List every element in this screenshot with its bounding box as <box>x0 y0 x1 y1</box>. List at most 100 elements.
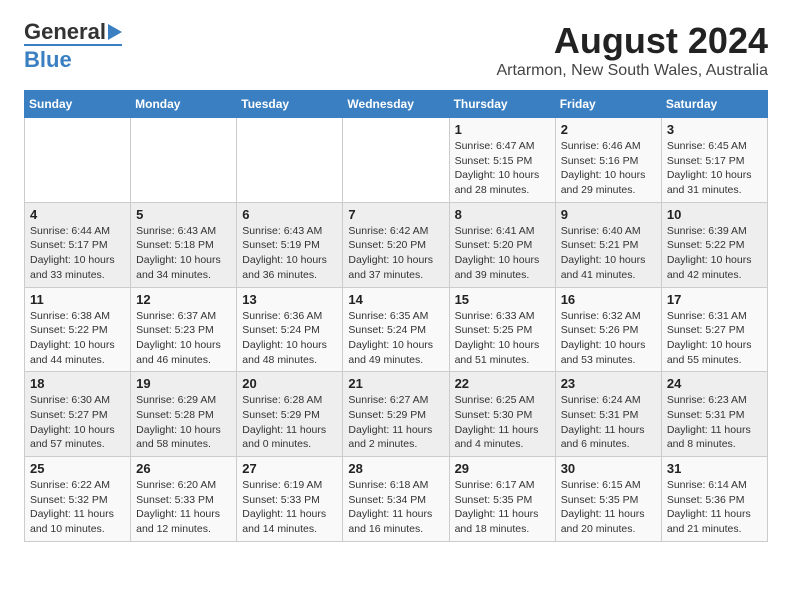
day-number: 26 <box>136 461 231 476</box>
day-number: 28 <box>348 461 443 476</box>
calendar-cell: 28 Sunrise: 6:18 AMSunset: 5:34 PMDayligh… <box>343 457 449 542</box>
day-info: Sunrise: 6:45 AMSunset: 5:17 PMDaylight:… <box>667 139 762 198</box>
day-number: 22 <box>455 376 550 391</box>
calendar-cell: 19 Sunrise: 6:29 AMSunset: 5:28 PMDayligh… <box>131 372 237 457</box>
calendar-week-2: 4Sunrise: 6:44 AMSunset: 5:17 PMDaylight… <box>25 202 768 287</box>
day-number: 21 <box>348 376 443 391</box>
logo-text-blue: Blue <box>24 44 122 72</box>
calendar-cell: 24Sunrise: 6:23 AMSunset: 5:31 PMDayligh… <box>661 372 767 457</box>
day-info: Sunrise: 6:41 AMSunset: 5:20 PMDaylight:… <box>455 224 550 283</box>
header-day-saturday: Saturday <box>661 91 767 118</box>
day-info: Sunrise: 6:44 AMSunset: 5:17 PMDaylight:… <box>30 224 125 283</box>
day-info: Sunrise: 6:14 AMSunset: 5:36 PMDaylight:… <box>667 478 762 537</box>
calendar-cell: 6 Sunrise: 6:43 AMSunset: 5:19 PMDaylight… <box>237 202 343 287</box>
logo-arrow-icon <box>108 24 122 40</box>
day-number: 9 <box>561 207 656 222</box>
day-number: 16 <box>561 292 656 307</box>
day-number: 15 <box>455 292 550 307</box>
day-number: 20 <box>242 376 337 391</box>
day-number: 5 <box>136 207 231 222</box>
day-number: 2 <box>561 122 656 137</box>
day-number: 13 <box>242 292 337 307</box>
day-number: 7 <box>348 207 443 222</box>
calendar-cell: 15 Sunrise: 6:33 AMSunset: 5:25 PMDayligh… <box>449 287 555 372</box>
calendar-cell: 21 Sunrise: 6:27 AMSunset: 5:29 PMDayligh… <box>343 372 449 457</box>
day-info: Sunrise: 6:46 AMSunset: 5:16 PMDaylight:… <box>561 139 656 198</box>
calendar-cell: 29Sunrise: 6:17 AMSunset: 5:35 PMDayligh… <box>449 457 555 542</box>
day-number: 8 <box>455 207 550 222</box>
calendar-week-3: 11 Sunrise: 6:38 AMSunset: 5:22 PMDayligh… <box>25 287 768 372</box>
calendar-cell: 12 Sunrise: 6:37 AMSunset: 5:23 PMDayligh… <box>131 287 237 372</box>
logo-text-general: General <box>24 20 106 44</box>
day-info: Sunrise: 6:30 AMSunset: 5:27 PMDaylight:… <box>30 393 125 452</box>
day-info: Sunrise: 6:29 AMSunset: 5:28 PMDaylight:… <box>136 393 231 452</box>
day-number: 24 <box>667 376 762 391</box>
calendar-cell: 5 Sunrise: 6:43 AMSunset: 5:18 PMDaylight… <box>131 202 237 287</box>
calendar-table: SundayMondayTuesdayWednesdayThursdayFrid… <box>24 90 768 542</box>
day-info: Sunrise: 6:42 AMSunset: 5:20 PMDaylight:… <box>348 224 443 283</box>
day-info: Sunrise: 6:19 AMSunset: 5:33 PMDaylight:… <box>242 478 337 537</box>
page-header: General Blue August 2024 Artarmon, New S… <box>24 20 768 80</box>
day-info: Sunrise: 6:28 AMSunset: 5:29 PMDaylight:… <box>242 393 337 452</box>
calendar-cell: 18 Sunrise: 6:30 AMSunset: 5:27 PMDayligh… <box>25 372 131 457</box>
calendar-week-5: 25Sunrise: 6:22 AMSunset: 5:32 PMDayligh… <box>25 457 768 542</box>
calendar-cell: 10 Sunrise: 6:39 AMSunset: 5:22 PMDayligh… <box>661 202 767 287</box>
day-number: 30 <box>561 461 656 476</box>
day-number: 23 <box>561 376 656 391</box>
page-subtitle: Artarmon, New South Wales, Australia <box>496 62 768 80</box>
day-number: 18 <box>30 376 125 391</box>
day-info: Sunrise: 6:43 AMSunset: 5:18 PMDaylight:… <box>136 224 231 283</box>
day-info: Sunrise: 6:43 AMSunset: 5:19 PMDaylight:… <box>242 224 337 283</box>
day-number: 27 <box>242 461 337 476</box>
calendar-cell: 26 Sunrise: 6:20 AMSunset: 5:33 PMDayligh… <box>131 457 237 542</box>
title-block: August 2024 Artarmon, New South Wales, A… <box>496 20 768 80</box>
day-number: 12 <box>136 292 231 307</box>
day-info: Sunrise: 6:20 AMSunset: 5:33 PMDaylight:… <box>136 478 231 537</box>
header-day-sunday: Sunday <box>25 91 131 118</box>
day-number: 11 <box>30 292 125 307</box>
day-info: Sunrise: 6:24 AMSunset: 5:31 PMDaylight:… <box>561 393 656 452</box>
logo: General Blue <box>24 20 122 72</box>
header-day-thursday: Thursday <box>449 91 555 118</box>
calendar-cell: 13Sunrise: 6:36 AMSunset: 5:24 PMDayligh… <box>237 287 343 372</box>
day-number: 6 <box>242 207 337 222</box>
calendar-cell: 16Sunrise: 6:32 AMSunset: 5:26 PMDayligh… <box>555 287 661 372</box>
day-number: 31 <box>667 461 762 476</box>
calendar-week-1: 1 Sunrise: 6:47 AMSunset: 5:15 PMDaylight… <box>25 118 768 203</box>
calendar-cell: 4Sunrise: 6:44 AMSunset: 5:17 PMDaylight… <box>25 202 131 287</box>
day-number: 29 <box>455 461 550 476</box>
header-day-tuesday: Tuesday <box>237 91 343 118</box>
day-number: 19 <box>136 376 231 391</box>
day-info: Sunrise: 6:40 AMSunset: 5:21 PMDaylight:… <box>561 224 656 283</box>
day-number: 10 <box>667 207 762 222</box>
calendar-cell <box>343 118 449 203</box>
header-day-monday: Monday <box>131 91 237 118</box>
calendar-cell: 11 Sunrise: 6:38 AMSunset: 5:22 PMDayligh… <box>25 287 131 372</box>
calendar-cell: 8 Sunrise: 6:41 AMSunset: 5:20 PMDaylight… <box>449 202 555 287</box>
day-number: 17 <box>667 292 762 307</box>
header-row: SundayMondayTuesdayWednesdayThursdayFrid… <box>25 91 768 118</box>
day-number: 1 <box>455 122 550 137</box>
day-info: Sunrise: 6:47 AMSunset: 5:15 PMDaylight:… <box>455 139 550 198</box>
day-info: Sunrise: 6:27 AMSunset: 5:29 PMDaylight:… <box>348 393 443 452</box>
calendar-cell: 14Sunrise: 6:35 AMSunset: 5:24 PMDayligh… <box>343 287 449 372</box>
day-info: Sunrise: 6:39 AMSunset: 5:22 PMDaylight:… <box>667 224 762 283</box>
calendar-cell: 27 Sunrise: 6:19 AMSunset: 5:33 PMDayligh… <box>237 457 343 542</box>
calendar-cell <box>237 118 343 203</box>
calendar-cell: 22 Sunrise: 6:25 AMSunset: 5:30 PMDayligh… <box>449 372 555 457</box>
calendar-cell: 9 Sunrise: 6:40 AMSunset: 5:21 PMDaylight… <box>555 202 661 287</box>
calendar-cell: 30Sunrise: 6:15 AMSunset: 5:35 PMDayligh… <box>555 457 661 542</box>
day-info: Sunrise: 6:31 AMSunset: 5:27 PMDaylight:… <box>667 309 762 368</box>
day-number: 3 <box>667 122 762 137</box>
header-day-friday: Friday <box>555 91 661 118</box>
calendar-cell: 7 Sunrise: 6:42 AMSunset: 5:20 PMDaylight… <box>343 202 449 287</box>
day-info: Sunrise: 6:25 AMSunset: 5:30 PMDaylight:… <box>455 393 550 452</box>
calendar-cell: 23 Sunrise: 6:24 AMSunset: 5:31 PMDayligh… <box>555 372 661 457</box>
day-info: Sunrise: 6:35 AMSunset: 5:24 PMDaylight:… <box>348 309 443 368</box>
day-info: Sunrise: 6:33 AMSunset: 5:25 PMDaylight:… <box>455 309 550 368</box>
calendar-cell: 25Sunrise: 6:22 AMSunset: 5:32 PMDayligh… <box>25 457 131 542</box>
day-info: Sunrise: 6:37 AMSunset: 5:23 PMDaylight:… <box>136 309 231 368</box>
day-info: Sunrise: 6:18 AMSunset: 5:34 PMDaylight:… <box>348 478 443 537</box>
day-info: Sunrise: 6:38 AMSunset: 5:22 PMDaylight:… <box>30 309 125 368</box>
calendar-week-4: 18 Sunrise: 6:30 AMSunset: 5:27 PMDayligh… <box>25 372 768 457</box>
